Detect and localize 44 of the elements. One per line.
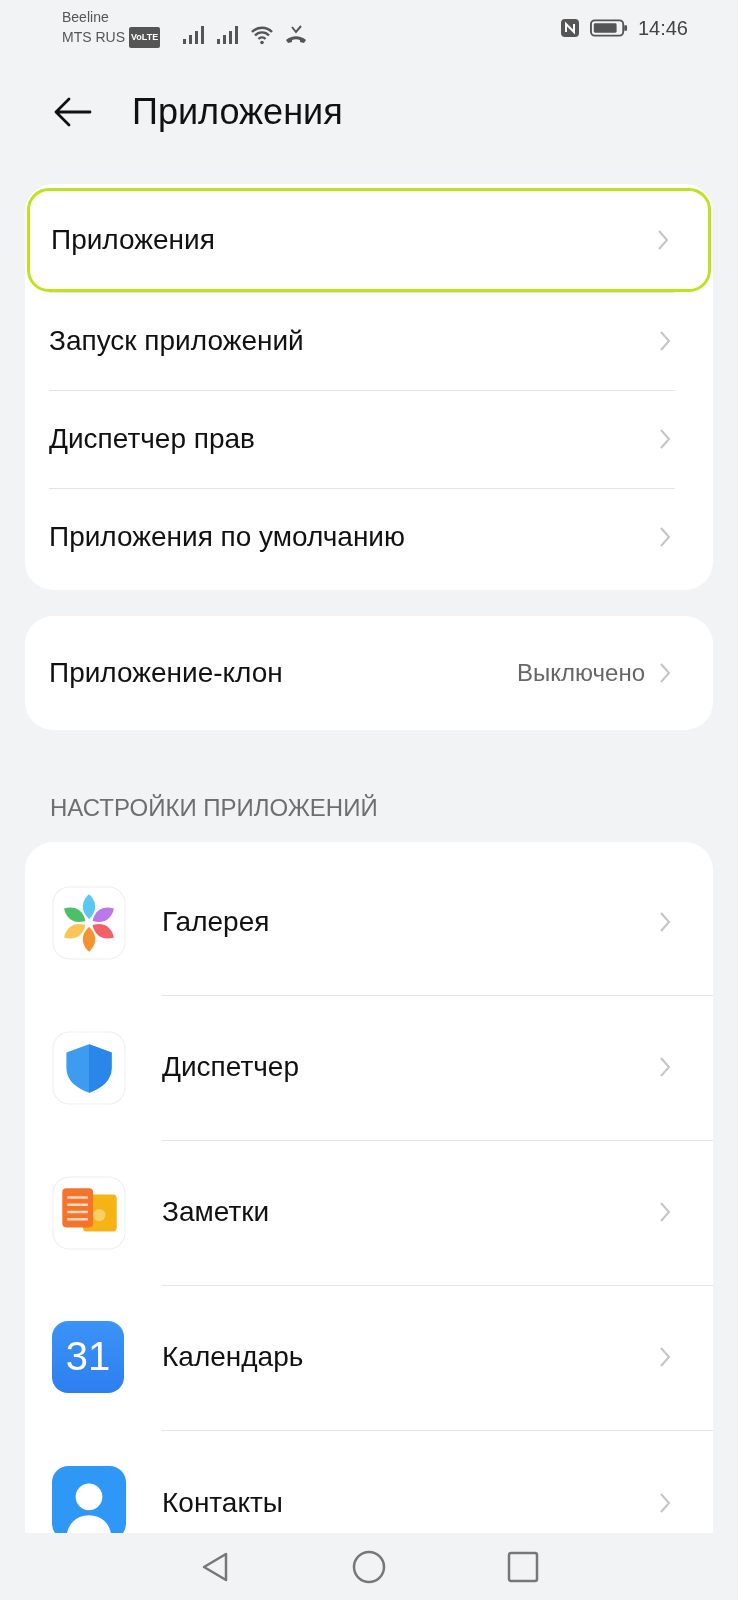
- wifi-icon: [250, 25, 275, 45]
- chevron-icon: [659, 911, 671, 933]
- settings-row[interactable]: Приложения: [27, 188, 711, 292]
- app-name: Заметки: [162, 1196, 271, 1228]
- page-title: Приложения: [132, 91, 343, 133]
- chevron-icon: [659, 428, 671, 450]
- chevron-icon: [659, 526, 671, 548]
- chevron-icon: [659, 1491, 671, 1514]
- nfc-icon: [559, 18, 580, 38]
- calendar-icon: 31: [52, 1320, 124, 1393]
- chevron-icon: [659, 1201, 671, 1223]
- signal-icon: [216, 25, 241, 45]
- app-name: Календарь: [162, 1341, 305, 1373]
- clock-time: 14:46: [637, 16, 688, 40]
- chevron-icon: [657, 229, 669, 251]
- signal-icon: [182, 25, 207, 45]
- back-button[interactable]: [52, 96, 94, 128]
- app-row[interactable]: 31 Календарь: [25, 1285, 713, 1430]
- flower-icon: [52, 885, 126, 960]
- app-row[interactable]: Контакты: [25, 1430, 713, 1533]
- app-row[interactable]: Галерея: [25, 850, 713, 995]
- app-name: Контакты: [162, 1486, 284, 1519]
- app-name: Диспетчер: [162, 1051, 300, 1083]
- carrier-name: MTS RUS: [62, 28, 125, 47]
- settings-row[interactable]: Приложения по умолчанию: [25, 488, 713, 586]
- settings-row[interactable]: Приложение-клон Выключено: [25, 624, 713, 722]
- call-icon: [284, 25, 309, 45]
- recents-icon[interactable]: [506, 1549, 540, 1584]
- section-heading: НАСТРОЙКИ ПРИЛОЖЕНИЙ: [49, 793, 379, 823]
- battery-icon: [589, 18, 628, 38]
- settings-row[interactable]: Запуск приложений: [25, 292, 713, 390]
- app-row[interactable]: Диспетчер: [25, 995, 713, 1140]
- settings-row[interactable]: Диспетчер прав: [25, 390, 713, 488]
- home-icon[interactable]: [352, 1549, 386, 1584]
- chevron-icon: [659, 1346, 671, 1368]
- notes-icon: [52, 1175, 126, 1250]
- chevron-icon: [659, 1056, 671, 1078]
- chevron-icon: [659, 662, 671, 684]
- volte-badge: VoLTE: [129, 27, 161, 48]
- chevron-icon: [659, 330, 671, 352]
- app-name: Галерея: [162, 906, 271, 938]
- app-row[interactable]: Заметки: [25, 1140, 713, 1285]
- carrier-name: Beeline: [62, 8, 110, 27]
- shield-icon: [52, 1030, 126, 1105]
